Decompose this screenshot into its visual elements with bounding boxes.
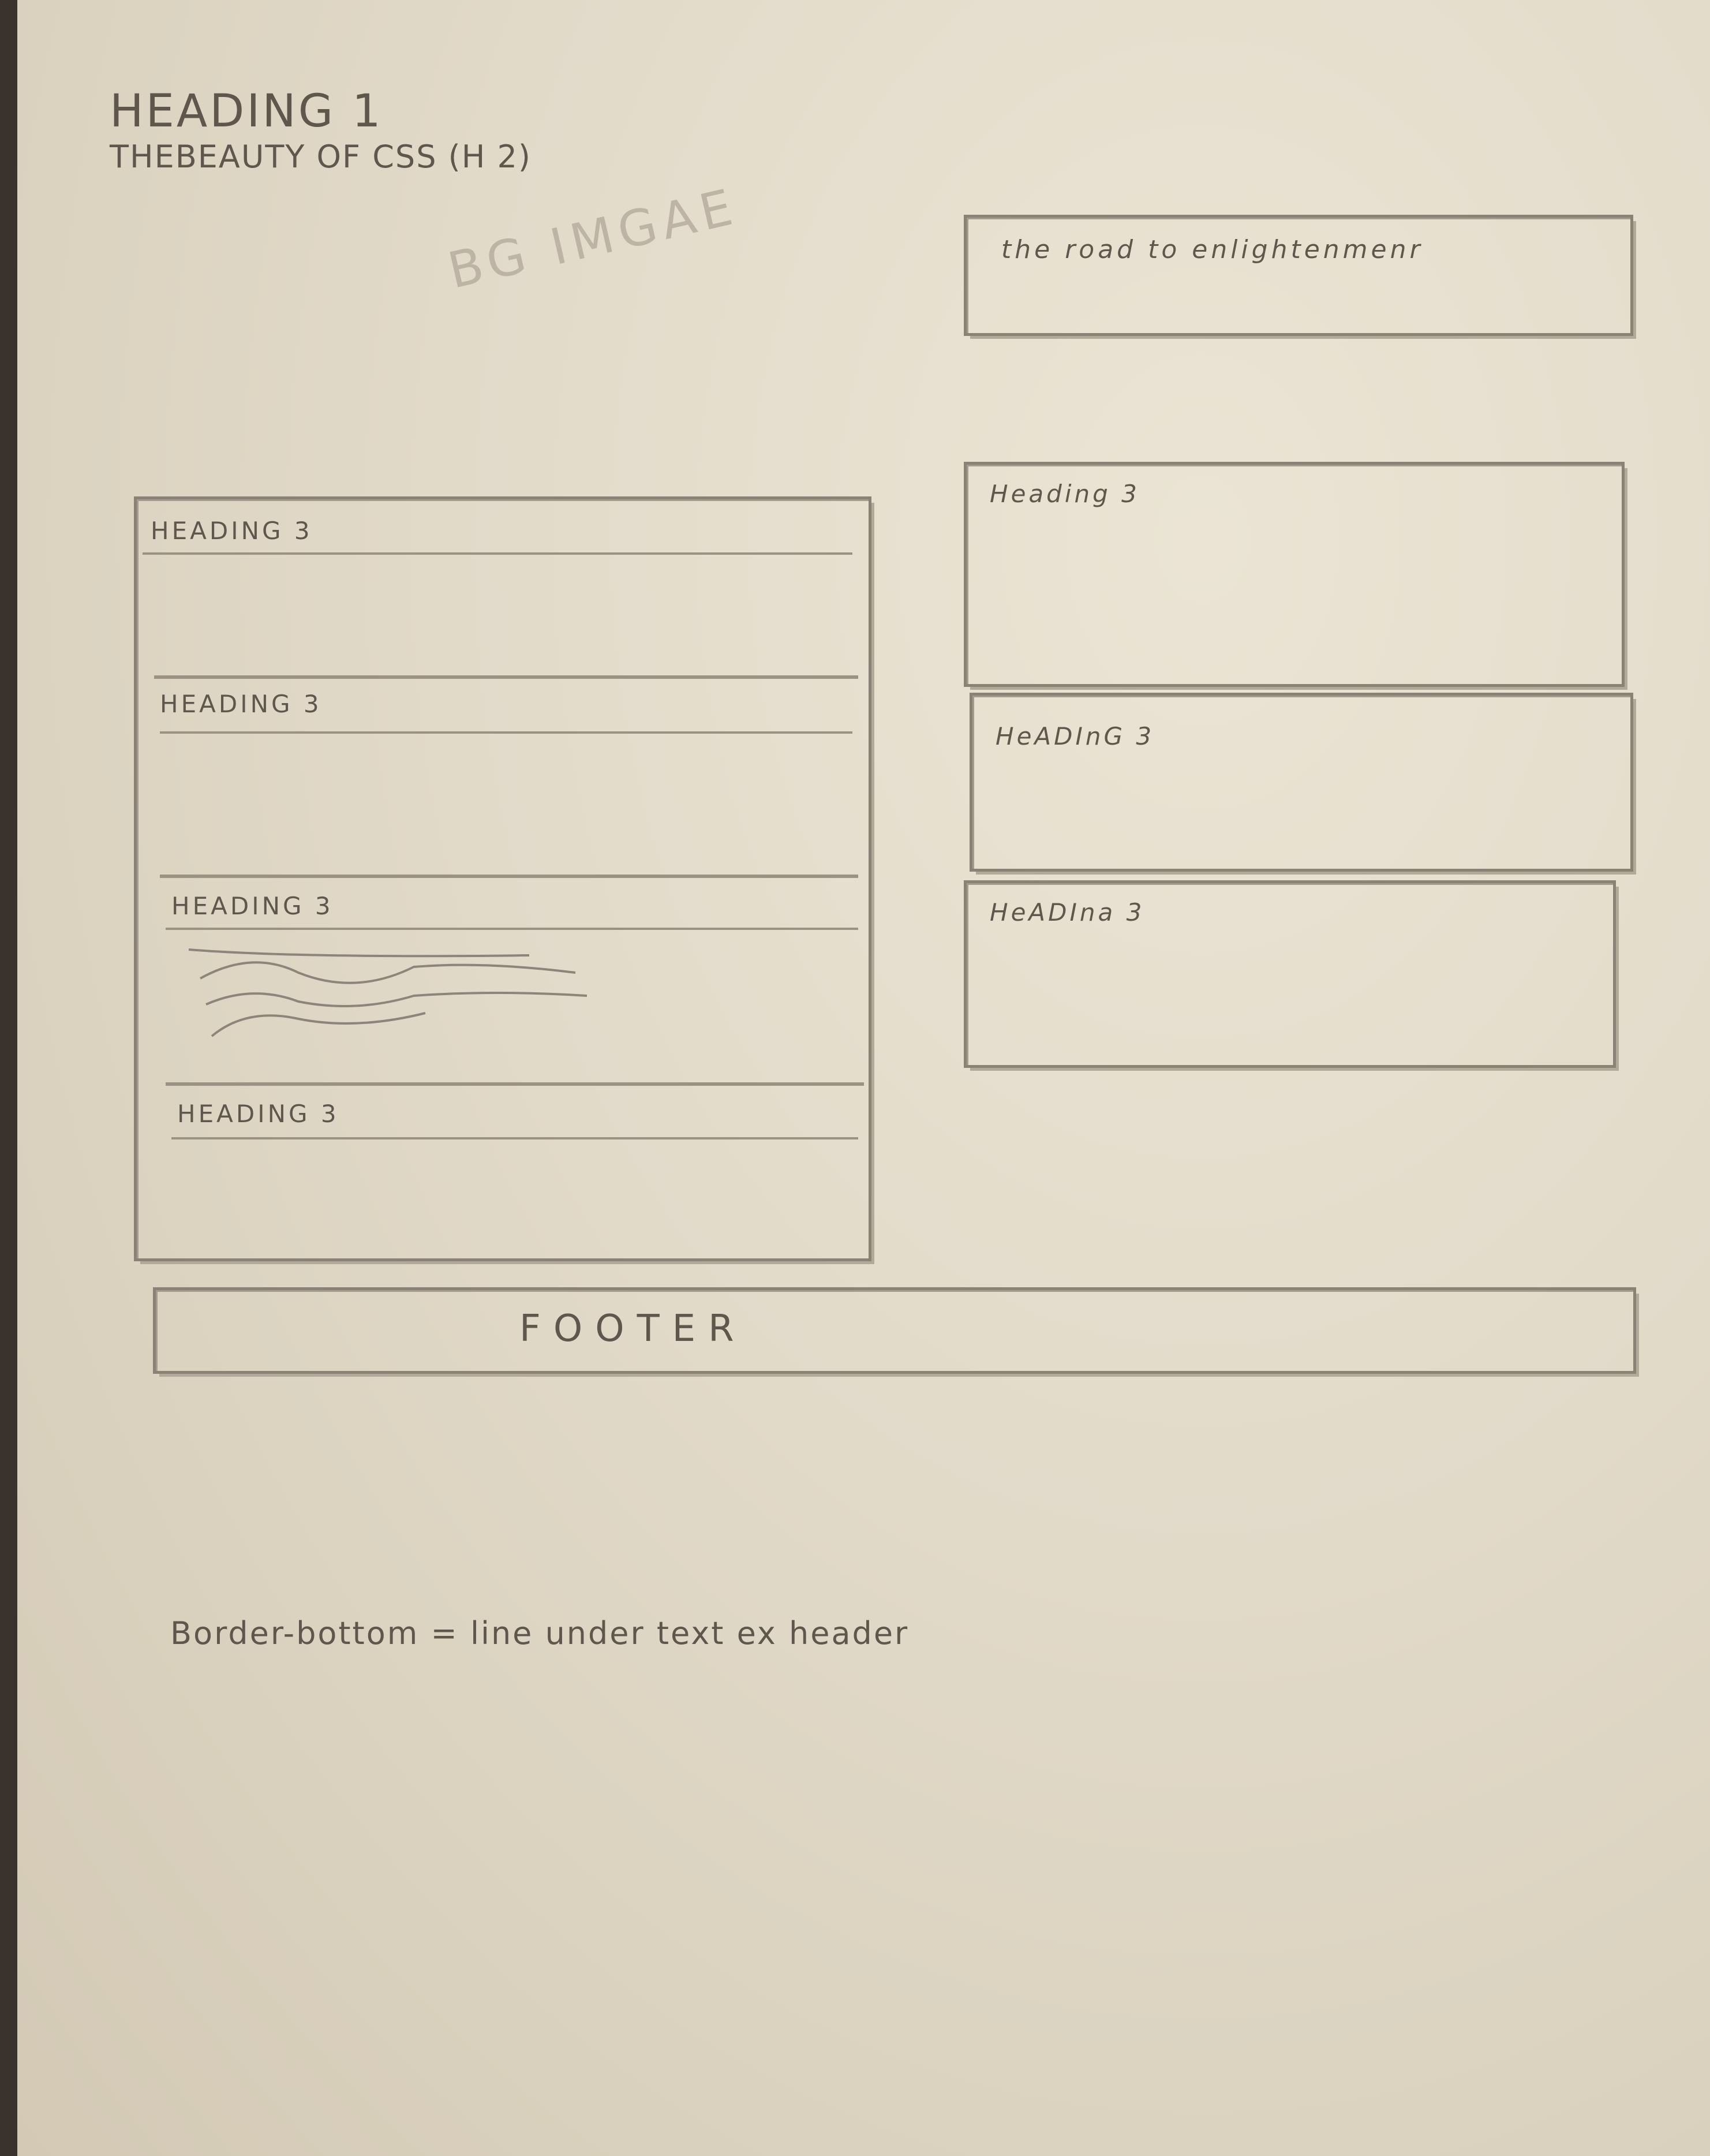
heading-1: HEADING 1 <box>110 85 383 137</box>
section-2-heading-underline <box>160 731 852 734</box>
section-1-heading: HEADING 3 <box>151 517 313 545</box>
section-1-heading-underline <box>143 552 852 555</box>
right-card-3: HeADIna 3 <box>964 880 1616 1068</box>
section-1-divider <box>154 675 858 679</box>
border-bottom-note: Border-bottom = line under text ex heade… <box>170 1615 910 1651</box>
right-card-2: HeADInG 3 <box>970 693 1633 872</box>
table-edge-shadow <box>0 0 17 2156</box>
section-3-heading-underline <box>166 928 858 930</box>
section-2-heading: HEADING 3 <box>160 690 322 718</box>
section-4-heading: HEADING 3 <box>177 1100 339 1128</box>
section-4-heading-underline <box>171 1137 858 1139</box>
scribbled-text-lines <box>188 948 588 1037</box>
callout-text: the road to enlightenmenr <box>1001 235 1424 264</box>
left-panel: HEADING 3 HEADING 3 HEADING 3 HEADING 3 <box>134 496 871 1261</box>
footer-label: FOOTER <box>519 1307 747 1350</box>
right-card-1: Heading 3 <box>964 462 1625 687</box>
right-card-1-heading: Heading 3 <box>990 480 1140 508</box>
right-card-2-heading: HeADInG 3 <box>996 722 1155 750</box>
right-card-3-heading: HeADIna 3 <box>990 898 1145 926</box>
section-3-heading: HEADING 3 <box>171 892 334 920</box>
footer: FOOTER <box>153 1287 1636 1374</box>
section-2-divider <box>160 875 858 878</box>
callout-box: the road to enlightenmenr <box>964 215 1633 336</box>
section-3-divider <box>166 1082 864 1086</box>
heading-2: THEBEAUTY OF CSS (H 2) <box>110 139 532 175</box>
